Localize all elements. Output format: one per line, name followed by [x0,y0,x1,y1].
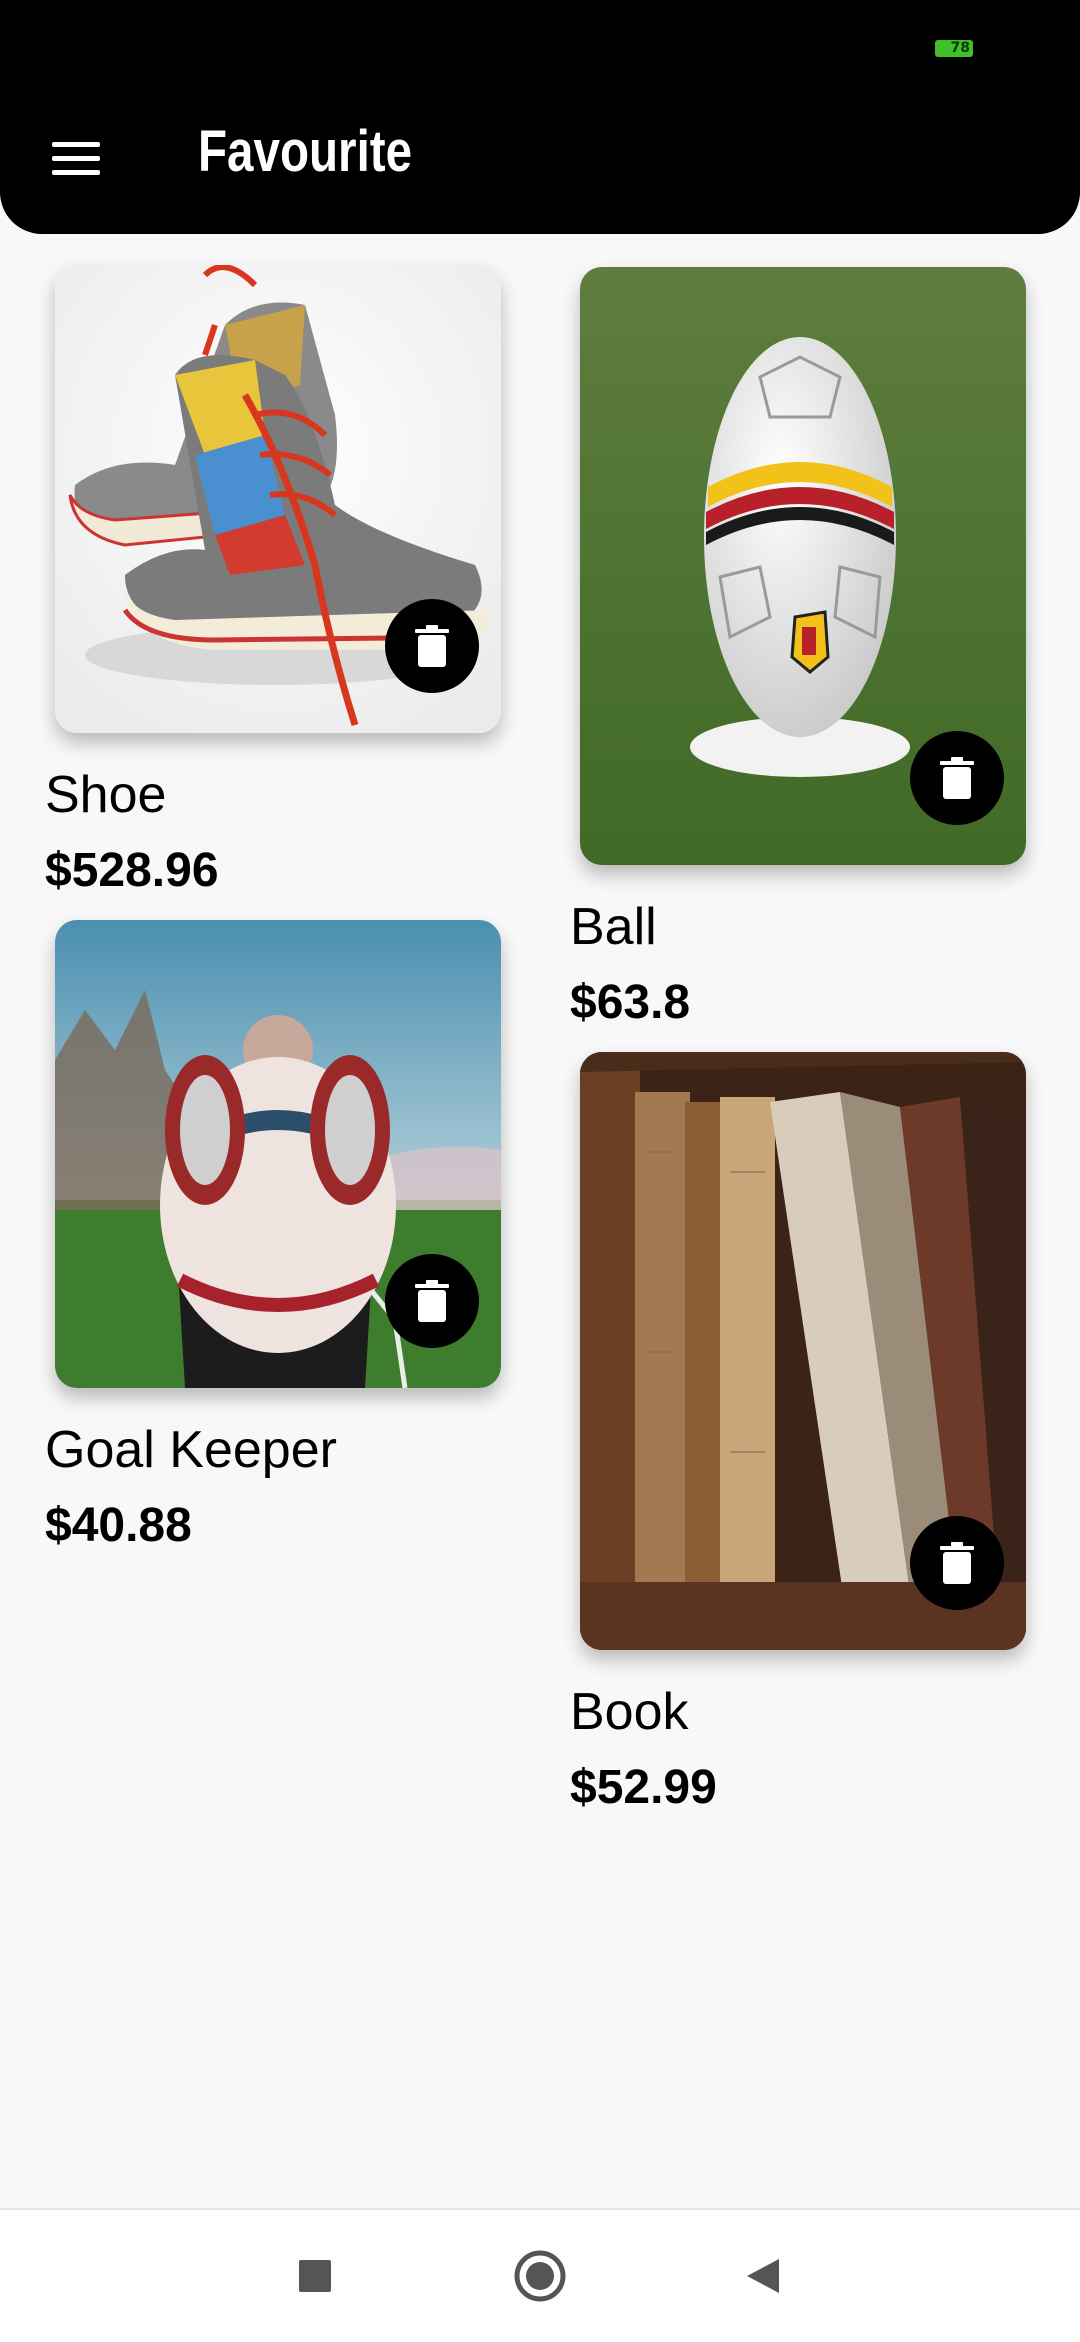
app-bar: 78 Favourite [0,0,1080,234]
delete-button-ball[interactable] [910,731,1004,825]
triangle-back-icon [747,2259,779,2293]
product-card-shoe[interactable]: Shoe $528.96 [45,265,501,897]
product-image-ball [580,267,1026,865]
trash-icon [940,1542,974,1584]
product-card-goal-keeper[interactable]: Goal Keeper $40.88 [45,920,501,1552]
product-name-shoe: Shoe [45,766,167,824]
square-icon [299,2260,331,2292]
product-name-goal-keeper: Goal Keeper [45,1421,337,1479]
delete-button-goal-keeper[interactable] [385,1254,479,1348]
page-title: Favourite [198,119,413,184]
product-image-book [580,1052,1026,1650]
product-image-goal-keeper [55,920,501,1388]
menu-button[interactable] [48,138,108,178]
product-price-goal-keeper: $40.88 [45,1499,192,1552]
home-button[interactable] [512,2248,568,2304]
recents-button[interactable] [287,2248,343,2304]
product-image-shoe [55,265,501,733]
back-button[interactable] [735,2248,791,2304]
product-name-ball: Ball [570,898,657,956]
product-card-ball[interactable]: Ball $63.8 [570,267,1026,1029]
hamburger-line [52,170,100,175]
product-card-book[interactable]: Book $52.99 [570,1052,1026,1814]
product-price-shoe: $528.96 [45,844,219,897]
delete-button-book[interactable] [910,1516,1004,1610]
product-name-book: Book [570,1683,689,1741]
circle-icon [514,2250,566,2302]
hamburger-line [52,156,100,161]
battery-indicator: 78 [935,40,973,57]
trash-icon [415,625,449,667]
trash-icon [940,757,974,799]
trash-icon [415,1280,449,1322]
system-nav-bar [0,2208,1080,2342]
hamburger-menu-icon [52,142,100,147]
product-price-book: $52.99 [570,1761,717,1814]
product-price-ball: $63.8 [570,976,691,1029]
delete-button-shoe[interactable] [385,599,479,693]
